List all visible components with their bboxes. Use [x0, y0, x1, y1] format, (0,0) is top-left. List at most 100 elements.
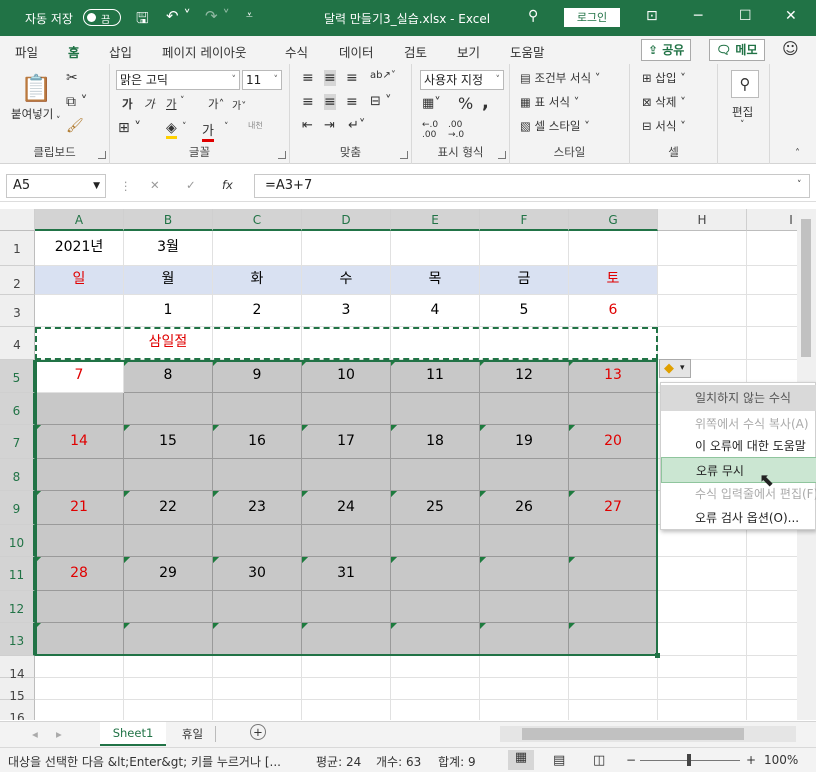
cell[interactable]: 일	[35, 266, 124, 295]
enter-icon[interactable]: ✓	[186, 178, 196, 192]
cell[interactable]	[480, 678, 569, 700]
row-header[interactable]: 6	[0, 393, 35, 425]
cell[interactable]	[302, 231, 391, 266]
zoom-out-button[interactable]: −	[626, 753, 636, 767]
tab-formulas[interactable]: 수식	[285, 42, 308, 61]
fill-color-icon[interactable]: ◈	[166, 120, 177, 139]
quick-access-customize-icon[interactable]: ⩡	[246, 8, 253, 23]
column-header[interactable]: D	[302, 209, 391, 231]
cell[interactable]	[658, 231, 747, 266]
tab-review[interactable]: 검토	[404, 42, 427, 61]
column-header[interactable]: F	[480, 209, 569, 231]
row-header[interactable]: 8	[0, 459, 35, 491]
cell[interactable]: 수	[302, 266, 391, 295]
login-button[interactable]: 로그인	[564, 8, 620, 27]
cell[interactable]	[124, 678, 213, 700]
cell[interactable]	[213, 231, 302, 266]
column-header[interactable]: G	[569, 209, 658, 231]
cell[interactable]	[35, 656, 124, 678]
cell-styles-button[interactable]: ▧ 셀 스타일 ˅	[520, 118, 590, 134]
cell[interactable]	[480, 656, 569, 678]
horizontal-scrollbar[interactable]	[500, 726, 796, 742]
cell[interactable]: 6	[569, 295, 658, 327]
column-header[interactable]: C	[213, 209, 302, 231]
row-header[interactable]: 5	[0, 360, 35, 393]
cell[interactable]	[302, 700, 391, 720]
column-header[interactable]: I	[747, 209, 797, 231]
cut-icon[interactable]: ✂	[66, 70, 78, 86]
cell[interactable]	[213, 700, 302, 720]
cell[interactable]	[658, 623, 747, 656]
cell[interactable]: 1	[124, 295, 213, 327]
tab-page-layout[interactable]: 페이지 레이아웃	[162, 42, 246, 61]
memo-button[interactable]: 🗨 메모	[709, 39, 765, 61]
cell[interactable]: 2021년	[35, 231, 124, 266]
zoom-level[interactable]: 100%	[764, 753, 798, 767]
row-header[interactable]: 3	[0, 295, 35, 327]
delete-cells-button[interactable]: ⊠ 삭제 ˅	[642, 94, 686, 110]
fill-dropdown-icon[interactable]: ˅	[182, 122, 187, 132]
cell[interactable]	[124, 700, 213, 720]
cell[interactable]: 2	[213, 295, 302, 327]
name-box[interactable]: A5 ▼	[6, 174, 106, 198]
cell[interactable]: 4	[391, 295, 480, 327]
decrease-indent-icon[interactable]: ⇤	[302, 118, 313, 133]
page-break-view-icon[interactable]: ◫	[593, 753, 605, 768]
normal-view-icon[interactable]: ▦	[508, 750, 534, 770]
cell[interactable]	[569, 700, 658, 720]
menu-item-edit-in-formula-bar[interactable]: 수식 입력줄에서 편집(F)	[661, 481, 816, 507]
cell[interactable]	[35, 700, 124, 720]
minimize-button[interactable]: ─	[694, 8, 702, 24]
cell[interactable]	[747, 231, 797, 266]
cell[interactable]	[747, 678, 797, 700]
cell[interactable]	[35, 678, 124, 700]
cell[interactable]	[658, 591, 747, 623]
cell[interactable]	[658, 557, 747, 591]
cell[interactable]	[747, 591, 797, 623]
save-icon[interactable]: 🖫	[136, 8, 149, 33]
column-header[interactable]: A	[35, 209, 124, 231]
row-header[interactable]: 16	[0, 700, 35, 720]
orientation-icon[interactable]: ab↗˅	[370, 70, 396, 81]
cell[interactable]: 3월	[124, 231, 213, 266]
font-launcher-icon[interactable]	[278, 151, 286, 159]
cell[interactable]	[391, 678, 480, 700]
cell[interactable]	[658, 295, 747, 327]
cell[interactable]	[747, 700, 797, 720]
redo-icon[interactable]: ↷ ˅	[205, 7, 230, 25]
paste-dropdown-icon[interactable]: ˅	[56, 116, 61, 126]
cell[interactable]	[658, 678, 747, 700]
increase-decimal-icon[interactable]: ←.0.00	[422, 120, 438, 140]
row-header[interactable]: 15	[0, 678, 35, 702]
formula-input[interactable]: =A3+7	[254, 174, 810, 198]
cell[interactable]: 5	[480, 295, 569, 327]
sheet-tab-sheet1[interactable]: Sheet1	[100, 722, 166, 746]
share-button[interactable]: ⇪ 공유	[641, 39, 692, 61]
cell[interactable]	[658, 327, 747, 360]
cell[interactable]: 토	[569, 266, 658, 295]
number-format-select[interactable]: 사용자 지정 ˅	[420, 70, 504, 90]
tab-insert[interactable]: 삽입	[109, 42, 132, 61]
tab-view[interactable]: 보기	[457, 42, 480, 61]
grow-font-button[interactable]: 가˄	[208, 96, 224, 112]
add-sheet-button[interactable]: +	[250, 724, 266, 740]
font-size-select[interactable]: 11 ˅	[242, 70, 282, 90]
font-color-icon[interactable]: 가	[202, 120, 214, 142]
row-header[interactable]: 11	[0, 557, 35, 591]
cell[interactable]	[747, 557, 797, 591]
underline-dropdown-icon[interactable]: ˅	[180, 96, 185, 106]
column-header[interactable]: E	[391, 209, 480, 231]
font-name-select[interactable]: 맑은 고딕 ˅	[116, 70, 240, 90]
cell[interactable]	[391, 700, 480, 720]
cell[interactable]: 금	[480, 266, 569, 295]
format-table-button[interactable]: ▦ 표 서식 ˅	[520, 94, 579, 110]
editing-dropdown-icon[interactable]: ˅	[740, 120, 745, 130]
scroll-thumb[interactable]	[522, 728, 744, 740]
format-cells-button[interactable]: ⊟ 서식 ˅	[642, 118, 686, 134]
clipboard-launcher-icon[interactable]	[98, 151, 106, 159]
row-header[interactable]: 10	[0, 525, 35, 557]
column-header[interactable]: H	[658, 209, 747, 231]
borders-icon[interactable]: ⊞ ˅	[118, 120, 141, 136]
shrink-font-button[interactable]: 가˅	[232, 97, 246, 112]
paste-label[interactable]: 붙여넣기	[11, 106, 53, 122]
